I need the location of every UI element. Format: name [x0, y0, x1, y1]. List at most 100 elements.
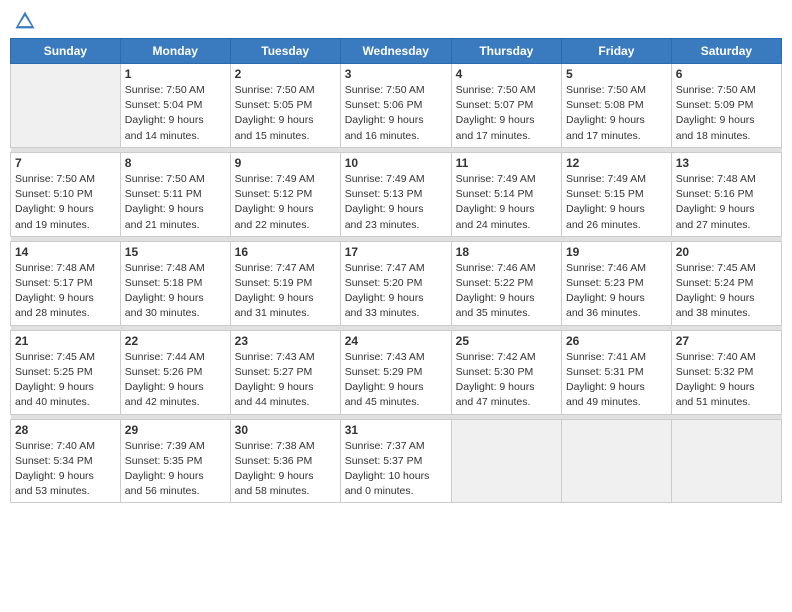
day-number: 16 — [235, 245, 336, 259]
day-info: Sunrise: 7:50 AMSunset: 5:11 PMDaylight:… — [125, 172, 226, 233]
day-number: 28 — [15, 423, 116, 437]
calendar-cell: 7 Sunrise: 7:50 AMSunset: 5:10 PMDaylight… — [11, 152, 121, 236]
day-number: 21 — [15, 334, 116, 348]
day-info: Sunrise: 7:47 AMSunset: 5:19 PMDaylight:… — [235, 261, 336, 322]
calendar-cell: 24 Sunrise: 7:43 AMSunset: 5:29 PMDayligh… — [340, 330, 451, 414]
calendar-cell: 26Sunrise: 7:41 AMSunset: 5:31 PMDayligh… — [561, 330, 671, 414]
day-number: 25 — [456, 334, 557, 348]
calendar-cell: 10 Sunrise: 7:49 AMSunset: 5:13 PMDayligh… — [340, 152, 451, 236]
calendar-cell: 31 Sunrise: 7:37 AMSunset: 5:37 PMDayligh… — [340, 419, 451, 503]
calendar-cell: 11 Sunrise: 7:49 AMSunset: 5:14 PMDayligh… — [451, 152, 561, 236]
day-info: Sunrise: 7:50 AMSunset: 5:06 PMDaylight:… — [345, 83, 447, 144]
day-number: 13 — [676, 156, 777, 170]
day-info: Sunrise: 7:50 AMSunset: 5:04 PMDaylight:… — [125, 83, 226, 144]
weekday-header: Monday — [120, 39, 230, 64]
day-number: 24 — [345, 334, 447, 348]
calendar-cell: 4 Sunrise: 7:50 AMSunset: 5:07 PMDaylight… — [451, 64, 561, 148]
week-row: 1 Sunrise: 7:50 AMSunset: 5:04 PMDaylight… — [11, 64, 782, 148]
day-number: 7 — [15, 156, 116, 170]
day-number: 8 — [125, 156, 226, 170]
calendar-cell — [11, 64, 121, 148]
day-number: 2 — [235, 67, 336, 81]
day-info: Sunrise: 7:37 AMSunset: 5:37 PMDaylight:… — [345, 439, 447, 500]
calendar-cell: 17Sunrise: 7:47 AMSunset: 5:20 PMDayligh… — [340, 241, 451, 325]
calendar-cell: 25 Sunrise: 7:42 AMSunset: 5:30 PMDayligh… — [451, 330, 561, 414]
day-info: Sunrise: 7:39 AMSunset: 5:35 PMDaylight:… — [125, 439, 226, 500]
day-info: Sunrise: 7:50 AMSunset: 5:08 PMDaylight:… — [566, 83, 667, 144]
weekday-header: Tuesday — [230, 39, 340, 64]
calendar-cell: 13 Sunrise: 7:48 AMSunset: 5:16 PMDayligh… — [671, 152, 781, 236]
day-info: Sunrise: 7:49 AMSunset: 5:12 PMDaylight:… — [235, 172, 336, 233]
weekday-header: Thursday — [451, 39, 561, 64]
calendar: SundayMondayTuesdayWednesdayThursdayFrid… — [10, 38, 782, 503]
day-info: Sunrise: 7:46 AMSunset: 5:23 PMDaylight:… — [566, 261, 667, 322]
header — [10, 10, 782, 32]
day-number: 3 — [345, 67, 447, 81]
day-number: 11 — [456, 156, 557, 170]
logo-icon — [14, 10, 36, 32]
calendar-cell: 30 Sunrise: 7:38 AMSunset: 5:36 PMDayligh… — [230, 419, 340, 503]
day-number: 10 — [345, 156, 447, 170]
weekday-header: Sunday — [11, 39, 121, 64]
calendar-cell: 19 Sunrise: 7:46 AMSunset: 5:23 PMDayligh… — [561, 241, 671, 325]
calendar-cell: 2 Sunrise: 7:50 AMSunset: 5:05 PMDaylight… — [230, 64, 340, 148]
weekday-header: Saturday — [671, 39, 781, 64]
calendar-cell: 15 Sunrise: 7:48 AMSunset: 5:18 PMDayligh… — [120, 241, 230, 325]
day-info: Sunrise: 7:49 AMSunset: 5:13 PMDaylight:… — [345, 172, 447, 233]
calendar-cell: 21Sunrise: 7:45 AMSunset: 5:25 PMDayligh… — [11, 330, 121, 414]
day-number: 22 — [125, 334, 226, 348]
day-number: 18 — [456, 245, 557, 259]
day-info: Sunrise: 7:48 AMSunset: 5:16 PMDaylight:… — [676, 172, 777, 233]
day-number: 4 — [456, 67, 557, 81]
calendar-cell: 3 Sunrise: 7:50 AMSunset: 5:06 PMDaylight… — [340, 64, 451, 148]
weekday-header-row: SundayMondayTuesdayWednesdayThursdayFrid… — [11, 39, 782, 64]
week-row: 28 Sunrise: 7:40 AMSunset: 5:34 PMDayligh… — [11, 419, 782, 503]
day-info: Sunrise: 7:50 AMSunset: 5:07 PMDaylight:… — [456, 83, 557, 144]
day-info: Sunrise: 7:50 AMSunset: 5:10 PMDaylight:… — [15, 172, 116, 233]
calendar-cell: 20 Sunrise: 7:45 AMSunset: 5:24 PMDayligh… — [671, 241, 781, 325]
day-info: Sunrise: 7:49 AMSunset: 5:15 PMDaylight:… — [566, 172, 667, 233]
day-info: Sunrise: 7:49 AMSunset: 5:14 PMDaylight:… — [456, 172, 557, 233]
day-info: Sunrise: 7:47 AMSunset: 5:20 PMDaylight:… — [345, 261, 447, 322]
day-number: 29 — [125, 423, 226, 437]
calendar-cell: 27 Sunrise: 7:40 AMSunset: 5:32 PMDayligh… — [671, 330, 781, 414]
day-number: 9 — [235, 156, 336, 170]
day-info: Sunrise: 7:40 AMSunset: 5:32 PMDaylight:… — [676, 350, 777, 411]
calendar-cell: 18 Sunrise: 7:46 AMSunset: 5:22 PMDayligh… — [451, 241, 561, 325]
day-info: Sunrise: 7:45 AMSunset: 5:24 PMDaylight:… — [676, 261, 777, 322]
day-info: Sunrise: 7:42 AMSunset: 5:30 PMDaylight:… — [456, 350, 557, 411]
day-number: 30 — [235, 423, 336, 437]
day-info: Sunrise: 7:46 AMSunset: 5:22 PMDaylight:… — [456, 261, 557, 322]
day-number: 1 — [125, 67, 226, 81]
weekday-header: Wednesday — [340, 39, 451, 64]
calendar-cell: 16 Sunrise: 7:47 AMSunset: 5:19 PMDayligh… — [230, 241, 340, 325]
day-info: Sunrise: 7:40 AMSunset: 5:34 PMDaylight:… — [15, 439, 116, 500]
week-row: 21Sunrise: 7:45 AMSunset: 5:25 PMDayligh… — [11, 330, 782, 414]
calendar-cell — [561, 419, 671, 503]
day-number: 6 — [676, 67, 777, 81]
day-info: Sunrise: 7:43 AMSunset: 5:27 PMDaylight:… — [235, 350, 336, 411]
calendar-cell: 6 Sunrise: 7:50 AMSunset: 5:09 PMDaylight… — [671, 64, 781, 148]
day-number: 20 — [676, 245, 777, 259]
week-row: 14Sunrise: 7:48 AMSunset: 5:17 PMDayligh… — [11, 241, 782, 325]
calendar-cell — [671, 419, 781, 503]
day-info: Sunrise: 7:43 AMSunset: 5:29 PMDaylight:… — [345, 350, 447, 411]
day-number: 27 — [676, 334, 777, 348]
calendar-cell: 23 Sunrise: 7:43 AMSunset: 5:27 PMDayligh… — [230, 330, 340, 414]
calendar-cell: 8 Sunrise: 7:50 AMSunset: 5:11 PMDaylight… — [120, 152, 230, 236]
calendar-cell: 9 Sunrise: 7:49 AMSunset: 5:12 PMDaylight… — [230, 152, 340, 236]
logo — [14, 10, 40, 32]
calendar-cell: 1 Sunrise: 7:50 AMSunset: 5:04 PMDaylight… — [120, 64, 230, 148]
day-number: 19 — [566, 245, 667, 259]
day-info: Sunrise: 7:48 AMSunset: 5:18 PMDaylight:… — [125, 261, 226, 322]
day-number: 15 — [125, 245, 226, 259]
day-info: Sunrise: 7:38 AMSunset: 5:36 PMDaylight:… — [235, 439, 336, 500]
calendar-cell: 22Sunrise: 7:44 AMSunset: 5:26 PMDayligh… — [120, 330, 230, 414]
day-number: 31 — [345, 423, 447, 437]
week-row: 7 Sunrise: 7:50 AMSunset: 5:10 PMDaylight… — [11, 152, 782, 236]
day-number: 23 — [235, 334, 336, 348]
day-info: Sunrise: 7:50 AMSunset: 5:05 PMDaylight:… — [235, 83, 336, 144]
calendar-cell: 29 Sunrise: 7:39 AMSunset: 5:35 PMDayligh… — [120, 419, 230, 503]
day-number: 26 — [566, 334, 667, 348]
day-info: Sunrise: 7:50 AMSunset: 5:09 PMDaylight:… — [676, 83, 777, 144]
